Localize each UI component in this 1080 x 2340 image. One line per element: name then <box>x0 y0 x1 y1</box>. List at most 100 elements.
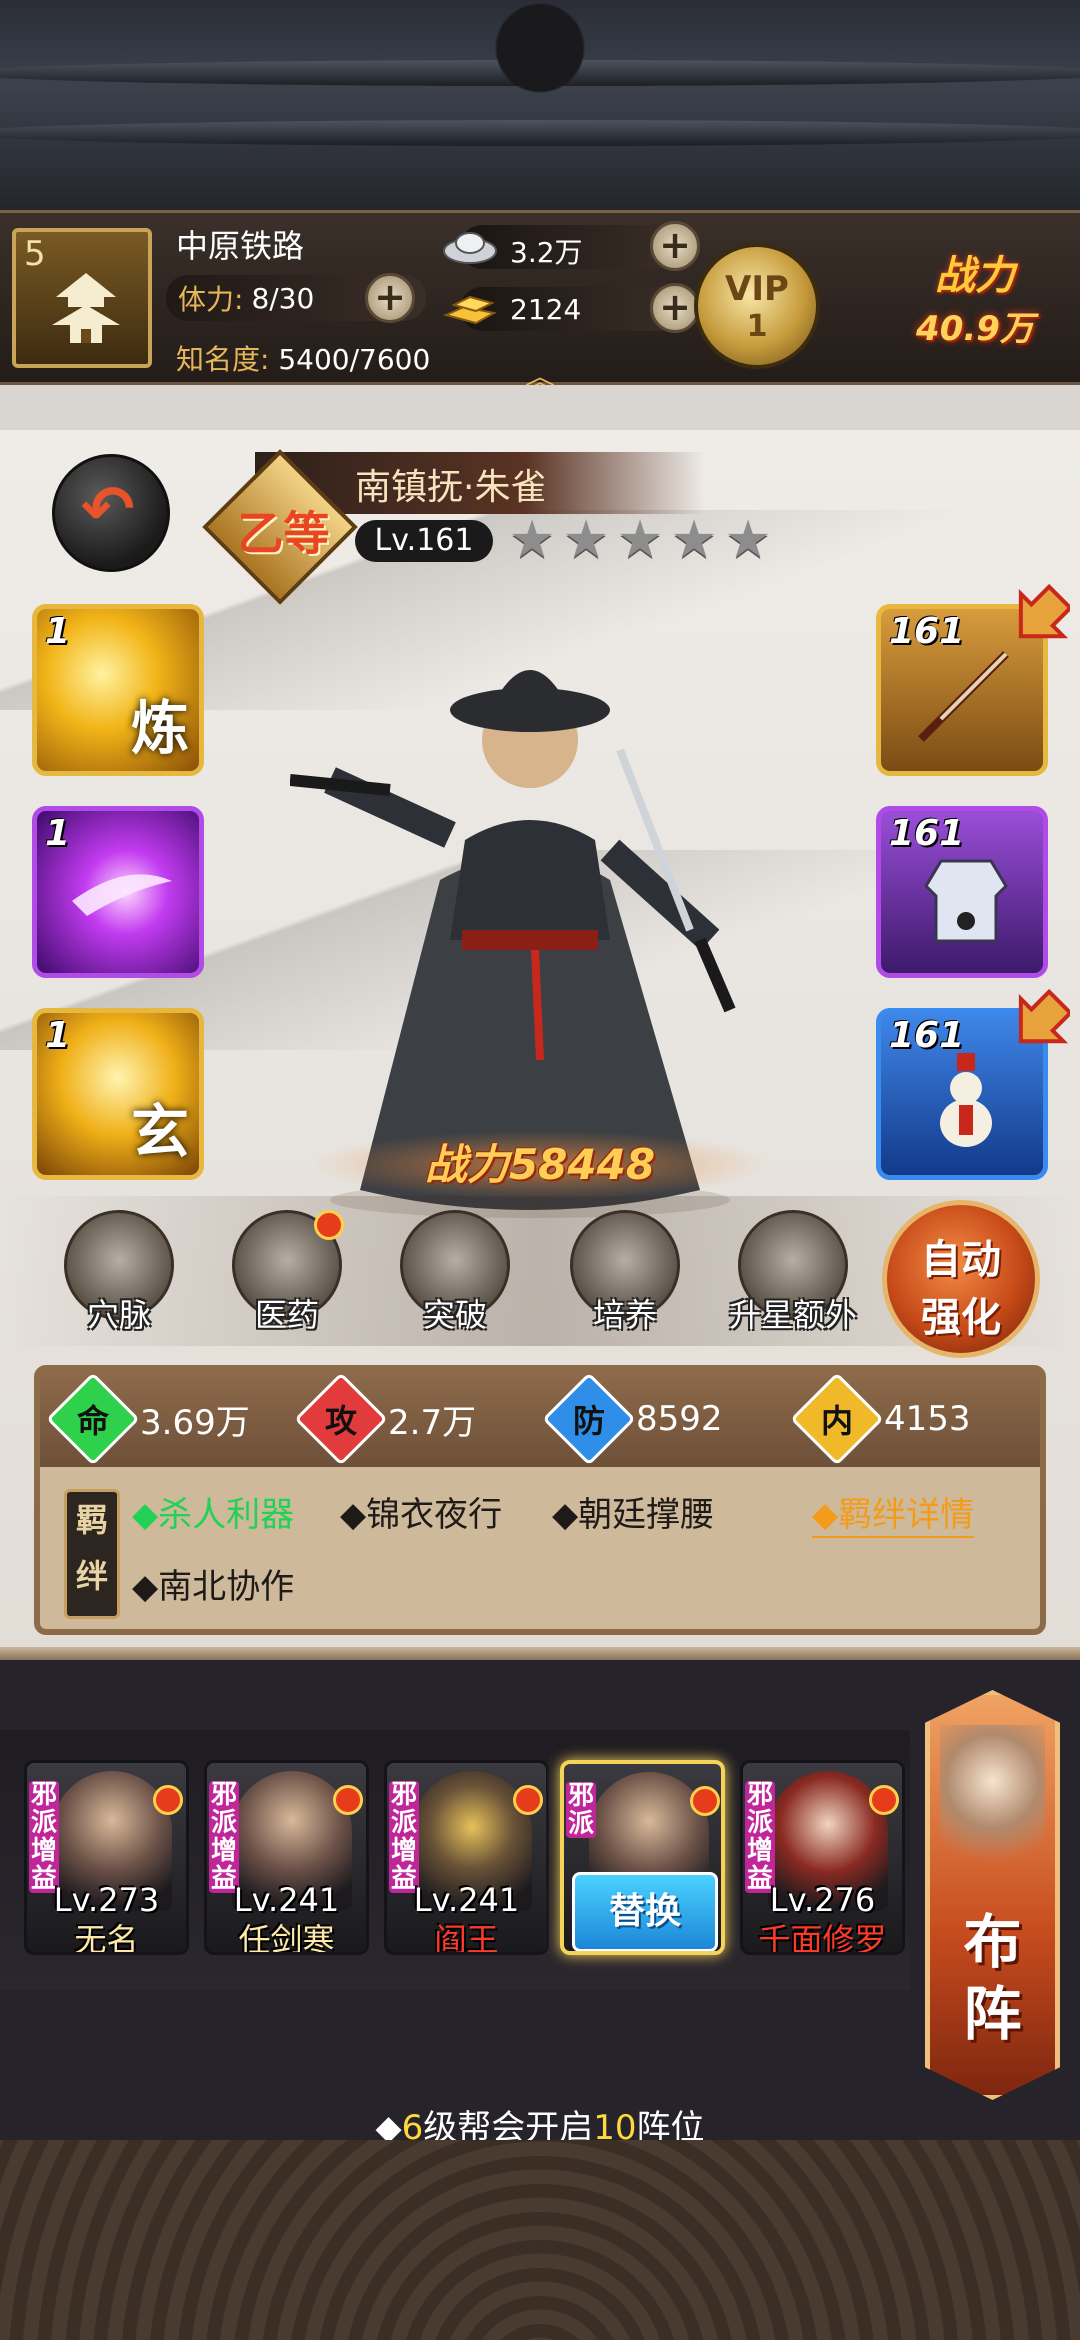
faction-badge: 邪派增益 <box>745 1780 775 1894</box>
roof-beam <box>0 120 1080 146</box>
skill-level: 1 <box>45 1015 71 1056</box>
hero-panel: ↶ 南镇抚·朱雀 乙等 Lv.161 ★ ★ ★ ★ ★ 1 炼 1 1 玄 1… <box>0 430 1080 1660</box>
notification-dot <box>314 1210 344 1240</box>
skill-slot-refine[interactable]: 1 炼 <box>32 604 204 776</box>
member-level: Lv.273 <box>53 1881 160 1919</box>
hero-stars: ★ ★ ★ ★ ★ <box>505 514 775 568</box>
equip-slot-armor[interactable]: 161 <box>876 806 1048 978</box>
function-label: 医药 <box>254 1296 319 1334</box>
swap-button[interactable]: 替换 <box>572 1872 718 1951</box>
attr-value: 8592 <box>636 1399 723 1439</box>
gold-bars-icon <box>443 295 497 325</box>
formation-label: 阵 <box>963 1980 1022 2048</box>
star-icon: ★ <box>508 510 556 570</box>
member-name: 千面修罗 <box>758 1921 887 1955</box>
medicine-button[interactable]: 医药 <box>222 1210 352 1340</box>
team-member-slot[interactable]: 邪派增益 Lv.241 阎王 <box>384 1760 549 1955</box>
notification-dot <box>513 1785 543 1815</box>
bottom-pattern <box>0 2140 1080 2340</box>
roof-banner <box>0 0 1080 210</box>
vip-level: 1 <box>746 309 768 344</box>
fame-value: 5400/7600 <box>278 343 431 376</box>
back-arrow-icon: ↶ <box>81 473 135 547</box>
breakthrough-button[interactable]: 突破 <box>390 1210 520 1340</box>
member-name: 任剑寒 <box>238 1921 335 1955</box>
header-divider <box>0 385 1080 430</box>
attribute-header: 命 3.69万 攻 2.7万 防 8592 内 4153 <box>40 1371 1040 1467</box>
silver-value: 3.2万 <box>510 236 583 269</box>
gourd-icon <box>940 1053 992 1147</box>
team-bar: 邪派增益 Lv.273 无名 邪派增益 Lv.241 任剑寒 邪派增益 Lv.2… <box>0 1660 1080 2148</box>
formation-button[interactable]: 布 阵 <box>925 1690 1060 2100</box>
meridian-button[interactable]: 穴脉 <box>54 1210 184 1340</box>
fame-display: 知名度: 5400/7600 <box>176 338 430 378</box>
stamina-label: 体力: <box>178 283 244 316</box>
member-level: Lv.241 <box>413 1881 520 1919</box>
bond-tag: 羁绊 <box>64 1489 120 1619</box>
skill-glyph: 炼 <box>130 694 189 762</box>
notification-dot <box>153 1785 183 1815</box>
hero-name: 南镇抚·朱雀 <box>355 467 547 508</box>
add-gold-button[interactable]: + <box>650 283 700 333</box>
bond-item[interactable]: ◆南北协作 <box>132 1559 294 1608</box>
roof-ornament <box>460 0 620 120</box>
function-label: 穴脉 <box>86 1296 151 1334</box>
function-label: 突破 <box>422 1296 487 1334</box>
armor-icon <box>924 859 1008 943</box>
bond-item[interactable]: ◆朝廷撑腰 <box>552 1487 714 1536</box>
hp-icon: 命 <box>46 1372 140 1466</box>
bond-detail-link[interactable]: ◆羁绊详情 <box>812 1487 975 1538</box>
team-member-slot-current[interactable]: 邪派 替换 <box>560 1760 725 1955</box>
auto-enhance-line2: 强化 <box>921 1295 1001 1341</box>
back-button[interactable]: ↶ <box>52 454 170 572</box>
inner-power-icon: 内 <box>790 1372 884 1466</box>
skill-glyph: 玄 <box>130 1098 189 1166</box>
attr-value: 3.69万 <box>140 1402 250 1443</box>
notification-dot <box>869 1785 899 1815</box>
attr-defense: 防 8592 <box>542 1372 723 1466</box>
auto-enhance-line1: 自动 <box>921 1237 1001 1283</box>
bond-item[interactable]: ◆杀人利器 <box>132 1487 294 1536</box>
member-level: Lv.276 <box>769 1881 876 1919</box>
energy-slash-icon <box>72 874 172 916</box>
star-icon: ★ <box>670 510 718 570</box>
pagoda-icon <box>52 273 120 343</box>
defense-icon: 防 <box>542 1372 636 1466</box>
attr-value: 2.7万 <box>388 1402 477 1443</box>
team-member-slot[interactable]: 邪派增益 Lv.276 千面修罗 <box>740 1760 905 1955</box>
vip-badge[interactable]: VIP 1 <box>694 243 820 369</box>
team-member-slot[interactable]: 邪派增益 Lv.273 无名 <box>24 1760 189 1955</box>
star-icon: ★ <box>616 510 664 570</box>
add-stamina-button[interactable]: + <box>365 273 415 323</box>
auto-enhance-button[interactable]: 自动 强化 <box>882 1200 1040 1358</box>
faction-badge: 邪派 <box>566 1782 596 1838</box>
gold-value: 2124 <box>510 293 582 326</box>
add-silver-button[interactable]: + <box>650 221 700 271</box>
total-power-label: 战力 <box>935 253 1015 299</box>
hero-power-value: 战力58448 <box>424 1140 656 1189</box>
member-level: Lv.241 <box>233 1881 340 1919</box>
faction-badge: 邪派增益 <box>389 1780 419 1894</box>
sword-icon <box>918 651 1009 742</box>
cultivate-button[interactable]: 培养 <box>560 1210 690 1340</box>
attr-hp: 命 3.69万 <box>46 1372 250 1466</box>
skill-level: 1 <box>45 611 71 652</box>
star-up-button[interactable]: 升星额外 <box>728 1210 858 1340</box>
team-member-slot[interactable]: 邪派增益 Lv.241 任剑寒 <box>204 1760 369 1955</box>
faction-badge: 邪派增益 <box>29 1780 59 1894</box>
attr-value: 4153 <box>884 1399 971 1439</box>
formation-portrait <box>940 1725 1045 1885</box>
player-level: 5 <box>24 234 46 274</box>
vip-label: VIP <box>725 269 789 309</box>
skill-slot-mystic[interactable]: 1 玄 <box>32 1008 204 1180</box>
bond-item[interactable]: ◆锦衣夜行 <box>340 1487 502 1536</box>
upgrade-arrow-icon <box>1018 988 1070 1044</box>
player-level-badge[interactable]: 5 <box>12 228 152 368</box>
skill-slot-energy[interactable]: 1 <box>32 806 204 978</box>
silver-ingot-icon <box>443 232 497 264</box>
hero-grade: 乙等 <box>237 506 330 561</box>
player-header: 5 中原铁路 体力: 8/30 + 知名度: 5400/7600 3.2万 + … <box>0 210 1080 396</box>
player-name: 中原铁路 <box>176 227 305 265</box>
star-icon: ★ <box>562 510 610 570</box>
attr-inner: 内 4153 <box>790 1372 971 1466</box>
